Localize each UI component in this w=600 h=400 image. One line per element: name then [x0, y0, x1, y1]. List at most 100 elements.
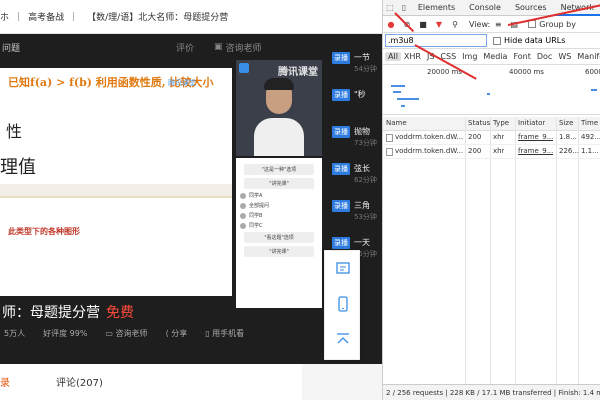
search-icon[interactable]: ⚲ — [447, 20, 463, 29]
lesson-item[interactable]: 录播 弦长 62分钟 — [326, 163, 382, 193]
chat-bubble: "讲完课" — [244, 246, 314, 257]
cell-name: voddrm.token.dW... — [395, 147, 464, 155]
col-initiator[interactable]: Initiator — [518, 119, 545, 127]
col-type[interactable]: Type — [493, 119, 509, 127]
cell-size: 1.8... — [559, 133, 577, 141]
device-toggle-icon[interactable]: ▯ — [397, 0, 411, 16]
chat-text: "讲完课" — [269, 181, 289, 187]
consult-teacher-link[interactable]: ▣ 咨询老师 — [214, 41, 262, 54]
teacher-body — [254, 118, 304, 156]
cell-initiator[interactable]: frame_9... — [518, 133, 553, 141]
phone-icon[interactable] — [335, 296, 351, 312]
lecture-slide: 已知f(a) > f(b) 利用函数性质, 比较大小 腾讯课堂 性 理值 此类型… — [0, 68, 232, 296]
consult-button[interactable]: ▭ 咨询老师 — [105, 328, 147, 339]
player-top-label: 问题 — [2, 43, 21, 54]
network-toolbar: ● ⊘ ■ ▼ ⚲ View: ≡ ▤ Group by — [383, 16, 600, 33]
tab-sources[interactable]: Sources — [508, 0, 554, 16]
back-to-top-icon[interactable] — [335, 331, 351, 347]
list-view-icon[interactable]: ≡ — [490, 20, 506, 29]
chat-message: 同学B — [240, 212, 318, 219]
price-badge: 免费 — [106, 305, 134, 321]
devtools-panel: ⬚ ▯ Elements Console Sources Network ● ⊘… — [382, 0, 600, 400]
type-filter-media[interactable]: Media — [480, 52, 510, 61]
breadcrumb-course[interactable]: 【数/理/语】北大名师：母题提分营 — [87, 10, 228, 23]
lesson-title: 三角 — [354, 201, 370, 210]
col-time[interactable]: Time — [581, 119, 598, 127]
devtools-tabbar: ⬚ ▯ Elements Console Sources Network — [383, 0, 600, 16]
type-filter-img[interactable]: Img — [459, 52, 480, 61]
col-status[interactable]: Status — [468, 119, 490, 127]
lesson-item[interactable]: 录播 一节 54分钟 — [326, 52, 382, 82]
type-filter-xhr[interactable]: XHR — [401, 52, 424, 61]
resource-type-filters: AllXHRJSCSSImgMediaFontDocWSManifestOthe… — [383, 49, 600, 65]
filter-icon[interactable]: ▼ — [431, 20, 447, 29]
column-divider — [556, 117, 557, 400]
lesson-sub: 62分钟 — [354, 176, 377, 184]
lesson-title: "秒 — [354, 90, 366, 99]
chat-bubble: "讲完课" — [244, 178, 314, 189]
student-count: 5万人 — [4, 329, 26, 338]
chat-text: 全部提问 — [249, 203, 270, 209]
lesson-title: 一天 — [354, 238, 370, 247]
filter-input[interactable] — [385, 34, 487, 47]
network-overview: 20000 ms 40000 ms 6000 — [383, 65, 600, 115]
cell-initiator[interactable]: frame_9... — [518, 147, 553, 155]
camera-icon[interactable]: ■ — [415, 20, 431, 29]
column-divider — [578, 117, 579, 400]
avatar — [240, 212, 246, 219]
timeline-tick: 40000 ms — [509, 68, 544, 76]
tab-comments[interactable]: 评论(207) — [56, 374, 103, 389]
hide-data-urls-checkbox[interactable] — [493, 36, 501, 45]
mobile-label: 用手机看 — [212, 329, 245, 338]
avatar — [240, 202, 246, 209]
camera-brand: 腾讯课堂 — [278, 67, 318, 78]
lesson-item[interactable]: 录播 抛物 73分钟 — [326, 126, 382, 156]
slide-divider — [0, 184, 232, 198]
side-panel — [302, 364, 382, 400]
lesson-badge: 录播 — [332, 163, 350, 175]
tab-elements[interactable]: Elements — [411, 0, 462, 16]
table-row[interactable]: voddrm.token.dW... 200 xhr frame_9... 226...… — [383, 145, 600, 159]
avatar — [240, 192, 246, 199]
tab-evaluate[interactable]: 评价 — [176, 41, 194, 54]
slide-subtitle: 此类型下的各种图形 — [8, 227, 80, 236]
breadcrumb-gaokao[interactable]: 高考备战 — [28, 10, 64, 23]
type-filter-font[interactable]: Font — [510, 52, 533, 61]
view-label: View: — [469, 19, 491, 29]
type-filter-manifest[interactable]: Manifest — [574, 52, 600, 61]
lesson-title: 弦长 — [354, 164, 370, 173]
col-size[interactable]: Size — [559, 119, 573, 127]
cell-size: 226... — [559, 147, 580, 155]
breadcrumb: ホ | 高考备战 | 【数/理/语】北大名师：母题提分营 — [0, 0, 382, 34]
chat-text: "看这题"选项 — [264, 235, 294, 241]
chat-text: 同学C — [249, 223, 263, 229]
column-divider — [515, 117, 516, 400]
lesson-item[interactable]: 录播 三角 53分钟 — [326, 200, 382, 230]
player-topbar: 问题 评价 ▣ 咨询老师 — [0, 34, 382, 60]
cell-status: 200 — [468, 147, 482, 155]
consult-label: 咨询老师 — [115, 329, 148, 338]
chat-panel: "这是一种"选项 "讲完课" 同学A 全部提问同学B 同学C "看这题"选项 "讲完课" — [236, 158, 322, 308]
type-filter-all[interactable]: All — [385, 52, 401, 61]
message-icon[interactable] — [335, 261, 351, 277]
course-tabs: 录 评论(207) — [0, 364, 382, 400]
col-name[interactable]: Name — [386, 119, 407, 127]
live-badge-icon — [239, 63, 249, 73]
slide-watermark: 腾讯课堂 — [168, 79, 196, 87]
tab-catalog[interactable]: 录 — [0, 374, 10, 389]
mobile-view-button[interactable]: ▯ 用手机看 — [205, 328, 244, 339]
type-filter-doc[interactable]: Doc — [534, 52, 555, 61]
breadcrumb-home[interactable]: ホ — [0, 10, 9, 23]
tab-console[interactable]: Console — [462, 0, 508, 16]
lesson-badge: 录播 — [332, 200, 350, 212]
chat-text: 同学A — [249, 193, 263, 199]
lesson-item[interactable]: 录播 "秒 — [326, 89, 382, 119]
record-icon[interactable]: ● — [383, 20, 399, 29]
course-title-text: 师：母题提分营 — [2, 305, 100, 321]
teacher-camera: 腾讯课堂 — [236, 60, 322, 156]
chat-bubble: "这是一种"选项 — [244, 164, 314, 175]
type-filter-ws[interactable]: WS — [555, 52, 574, 61]
table-row[interactable]: voddrm.token.dW... 200 xhr frame_9... 1.8...… — [383, 131, 600, 145]
chat-text: "讲完课" — [269, 249, 289, 255]
share-button[interactable]: ⟨ 分享 — [166, 328, 188, 339]
